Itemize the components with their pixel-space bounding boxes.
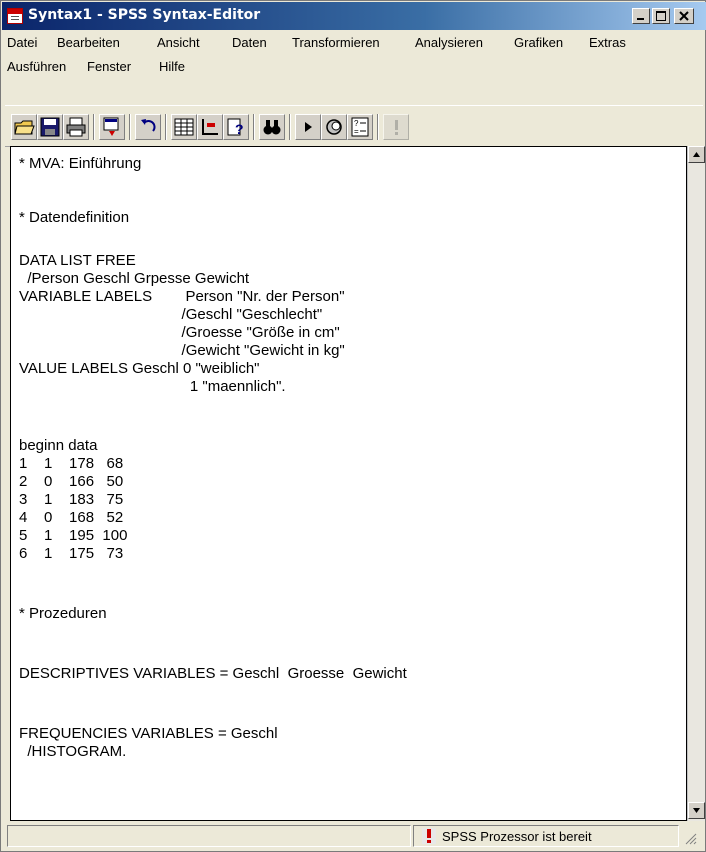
status-cell-empty [7, 825, 411, 847]
syntax-text-area[interactable]: * MVA: Einführung * Datendefinition DATA L… [10, 146, 687, 821]
print-icon [66, 117, 86, 137]
value-labels-button[interactable]: ? = [347, 114, 373, 140]
goto-case-icon [202, 119, 218, 135]
editor-line: /Geschl "Geschlecht" [19, 306, 323, 323]
dialog-recall-icon [103, 117, 119, 136]
menu-analysieren[interactable]: Analysieren [415, 35, 483, 50]
arrow-down-icon [693, 808, 700, 813]
toolbar-separator [165, 114, 167, 140]
menu-ausfuehren[interactable]: Ausführen [7, 59, 66, 74]
binoculars-icon [263, 120, 281, 135]
use-sets-button[interactable] [321, 114, 347, 140]
status-text: SPSS Prozessor ist bereit [442, 829, 592, 844]
find-button[interactable] [259, 114, 285, 140]
window-title: Syntax1 - SPSS Syntax-Editor [28, 7, 261, 23]
toolbar-separator [289, 114, 291, 140]
editor-line: beginn data [19, 437, 98, 454]
exclamation-icon [395, 120, 398, 135]
editor-line: /HISTOGRAM. [19, 743, 127, 760]
syntax-editor-window: Syntax1 - SPSS Syntax-Editor Datei Bearb… [0, 0, 706, 852]
use-sets-icon [326, 119, 342, 135]
title-bar[interactable]: Syntax1 - SPSS Syntax-Editor [2, 2, 706, 30]
editor-line: DESCRIPTIVES VARIABLES = Geschl Groesse … [19, 665, 407, 682]
data-editor-icon [174, 118, 194, 136]
editor-line: * Datendefinition [19, 209, 130, 226]
save-button[interactable] [37, 114, 63, 140]
editor-line: /Gewicht "Gewicht in kg" [19, 342, 345, 359]
editor-line: * Prozeduren [19, 605, 107, 622]
menu-bearbeiten[interactable]: Bearbeiten [57, 35, 120, 50]
resize-grip-icon[interactable] [683, 831, 697, 845]
run-button[interactable] [295, 114, 321, 140]
dialog-recall-button[interactable] [99, 114, 125, 140]
undo-icon [141, 119, 156, 132]
editor-line: VARIABLE LABELS Person "Nr. der Person" [19, 288, 345, 305]
menu-hilfe[interactable]: Hilfe [159, 59, 185, 74]
scroll-up-button[interactable] [688, 146, 705, 163]
svg-text:?: ? [235, 121, 244, 137]
editor-line: /Person Geschl Grpesse Gewicht [19, 270, 250, 287]
arrow-up-icon [693, 152, 700, 157]
scroll-down-button[interactable] [688, 802, 705, 819]
close-icon [679, 11, 689, 21]
menu-row-2: Ausführen Fenster Hilfe [7, 59, 307, 79]
editor-line: 6 1 175 73 [19, 545, 124, 562]
close-button[interactable] [674, 8, 694, 24]
menu-extras[interactable]: Extras [589, 35, 626, 50]
menu-bar: Datei Bearbeiten Ansicht Daten Transform… [5, 33, 703, 95]
goto-case-button[interactable] [197, 114, 223, 140]
menu-daten[interactable]: Daten [232, 35, 267, 50]
editor-line: FREQUENCIES VARIABLES = Geschl [19, 725, 278, 742]
variables-icon: ? [227, 118, 244, 137]
editor-line: /Groesse "Größe in cm" [19, 324, 340, 341]
menu-ansicht[interactable]: Ansicht [157, 35, 200, 50]
editor-line: 1 "maennlich". [19, 378, 286, 395]
variables-button[interactable]: ? [223, 114, 249, 140]
save-icon [40, 117, 60, 137]
editor-line: 2 0 166 50 [19, 473, 124, 490]
status-cell-processor: SPSS Prozessor ist bereit [413, 825, 679, 847]
toolbar: ? ? = [5, 105, 703, 147]
undo-button[interactable] [135, 114, 161, 140]
vertical-scrollbar[interactable] [687, 146, 705, 821]
menu-grafiken[interactable]: Grafiken [514, 35, 563, 50]
open-icon [14, 120, 35, 135]
run-icon [305, 122, 312, 132]
syntax-help-button[interactable] [383, 114, 409, 140]
toolbar-separator [129, 114, 131, 140]
editor-line: VALUE LABELS Geschl 0 "weiblich" [19, 360, 260, 377]
toolbar-separator [377, 114, 379, 140]
toolbar-separator [93, 114, 95, 140]
toolbar-separator [253, 114, 255, 140]
menu-transformieren[interactable]: Transformieren [292, 35, 380, 50]
svg-text:=: = [354, 127, 359, 136]
status-bar: SPSS Prozessor ist bereit [5, 823, 703, 849]
editor-line: 4 0 168 52 [19, 509, 124, 526]
editor-line: 1 1 178 68 [19, 455, 124, 472]
menu-datei[interactable]: Datei [7, 35, 37, 50]
open-button[interactable] [11, 114, 37, 140]
menu-fenster[interactable]: Fenster [87, 59, 131, 74]
menu-row-1: Datei Bearbeiten Ansicht Daten Transform… [7, 35, 697, 55]
editor-line: 3 1 183 75 [19, 491, 124, 508]
processor-status-icon [422, 828, 436, 844]
value-labels-icon: ? = [351, 117, 369, 137]
spss-app-icon[interactable] [7, 8, 23, 24]
minimize-button[interactable] [632, 8, 650, 24]
print-button[interactable] [63, 114, 89, 140]
editor-line: * MVA: Einführung [19, 155, 142, 172]
editor-line: DATA LIST FREE [19, 252, 136, 269]
data-editor-button[interactable] [171, 114, 197, 140]
editor-line: 5 1 195 100 [19, 527, 128, 544]
maximize-button[interactable] [652, 8, 670, 24]
